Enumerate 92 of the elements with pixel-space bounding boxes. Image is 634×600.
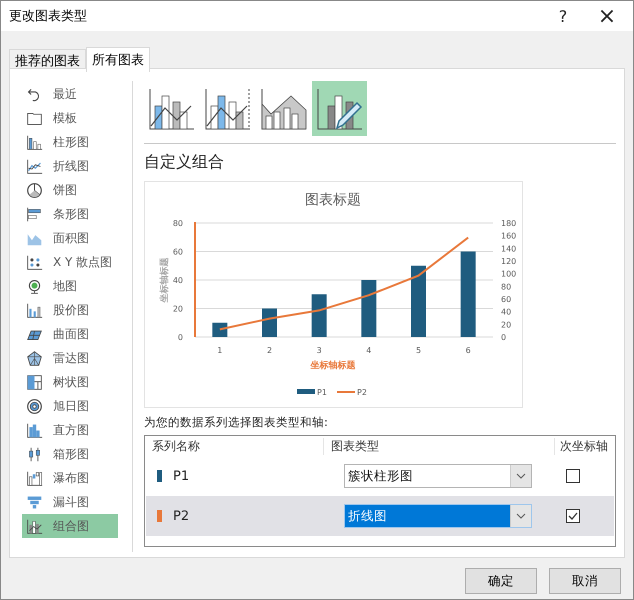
box-plot-icon <box>26 446 43 462</box>
legend-label: P1 <box>317 388 327 397</box>
axis-tick-label: 0 <box>501 333 506 342</box>
chevron-down-icon <box>516 513 526 519</box>
chart-type-item[interactable]: 面积图 <box>22 226 118 250</box>
line-chart-icon <box>26 158 43 174</box>
tab[interactable]: 所有图表 <box>86 47 150 72</box>
chart-type-item[interactable]: 旭日图 <box>22 394 118 418</box>
axis-tick-label: 3 <box>316 346 322 355</box>
chart-type-dropdown[interactable]: 簇状柱形图 <box>344 464 532 488</box>
chart-type-item[interactable]: 饼图 <box>22 178 118 202</box>
axis-tick-label: 80 <box>501 282 512 292</box>
chart-type-item[interactable]: 最近 <box>22 82 118 106</box>
axis-tick-label: 5 <box>416 346 422 355</box>
column-header: 系列名称 <box>145 438 324 454</box>
series-name: P2 <box>173 508 190 524</box>
section-title: 自定义组合 <box>144 152 225 173</box>
treemap-icon <box>26 374 43 390</box>
bar <box>312 294 327 337</box>
help-button[interactable]: ? <box>541 1 585 31</box>
histogram-icon <box>26 422 43 438</box>
axis-tick-label: 20 <box>172 304 183 314</box>
legend-swatch <box>297 389 315 394</box>
series-row[interactable]: P2 折线图 <box>146 496 614 536</box>
axis-tick-label: 4 <box>366 346 372 355</box>
funnel-icon <box>26 494 43 510</box>
chart-type-item[interactable]: 折线图 <box>22 154 118 178</box>
custom-combo-icon <box>316 88 362 130</box>
chart-type-item[interactable]: 股价图 <box>22 298 118 322</box>
bar <box>411 266 426 337</box>
axis-tick-label: 100 <box>501 270 516 279</box>
bar-chart-icon <box>26 206 43 222</box>
axis-tick-label: 6 <box>466 346 471 355</box>
chart-type-item[interactable]: 条形图 <box>22 202 118 226</box>
sunburst-icon <box>26 398 43 414</box>
chart-type-item[interactable]: 树状图 <box>22 370 118 394</box>
column-line-axis-icon <box>204 88 250 130</box>
stock-chart-icon <box>26 302 43 318</box>
chart-type-item[interactable]: 箱形图 <box>22 442 118 466</box>
axis-tick-label: 160 <box>501 232 516 241</box>
window-title: 更改图表类型 <box>9 8 88 25</box>
scatter-chart-icon <box>26 254 43 270</box>
axis-tick-label: 60 <box>501 295 512 304</box>
axis-tick-label: 180 <box>501 219 516 228</box>
chart-type-item[interactable]: 直方图 <box>22 418 118 442</box>
dialog-button[interactable]: 确定 <box>465 568 537 594</box>
column-header: 次坐标轴 <box>559 438 608 454</box>
close-button[interactable]: × <box>585 1 629 31</box>
axis-tick-label: 1 <box>217 346 222 355</box>
waterfall-icon <box>26 470 43 486</box>
column-line-icon <box>148 88 194 130</box>
axis-tick-label: 140 <box>501 244 516 254</box>
secondary-axis-checkbox[interactable] <box>566 509 580 523</box>
axis-tick-label: 0 <box>178 333 183 342</box>
chart-type-item[interactable]: 曲面图 <box>22 322 118 346</box>
chart-type-item[interactable]: 组合图 <box>22 514 118 538</box>
combo-chart-icon <box>26 518 43 534</box>
radar-chart-icon <box>26 350 43 366</box>
axis-tick-label: 20 <box>501 320 512 330</box>
secondary-axis-checkbox[interactable] <box>566 469 580 483</box>
dialog-button[interactable]: 取消 <box>549 568 621 594</box>
chart-type-dropdown[interactable]: 折线图 <box>344 504 532 528</box>
y-axis-title: 坐标轴标题 <box>160 258 170 302</box>
globe-icon <box>26 278 43 294</box>
chart-type-item[interactable]: 地图 <box>22 274 118 298</box>
series-name: P1 <box>173 468 190 484</box>
chart-type-item[interactable]: 柱形图 <box>22 130 118 154</box>
axis-tick-label: 40 <box>501 308 512 317</box>
axis-tick-label: 2 <box>266 346 272 355</box>
area-column-icon <box>260 88 306 130</box>
chart-type-item[interactable]: 模板 <box>22 106 118 130</box>
series-row[interactable]: P1 簇状柱形图 <box>146 456 614 496</box>
pie-chart-icon <box>26 182 43 198</box>
bar <box>361 280 376 337</box>
column-chart-icon <box>26 134 43 150</box>
bar <box>212 322 228 337</box>
chevron-down-icon <box>516 473 526 479</box>
axis-tick-label: 60 <box>172 248 183 256</box>
chart-title: 图表标题 <box>305 192 361 208</box>
series-prompt: 为您的数据系列选择图表类型和轴: <box>144 415 329 430</box>
chart-type-item[interactable]: X Y 散点图 <box>22 250 118 274</box>
chart-type-item[interactable]: 雷达图 <box>22 346 118 370</box>
legend-label: P2 <box>357 388 367 397</box>
chart-type-item[interactable]: 漏斗图 <box>22 490 118 514</box>
column-header: 图表类型 <box>324 438 555 454</box>
bar <box>262 308 277 337</box>
axis-tick-label: 80 <box>172 219 183 228</box>
chart-subtype-button[interactable] <box>312 81 367 136</box>
axis-tick-label: 40 <box>172 276 183 285</box>
chart-type-item[interactable]: 瀑布图 <box>22 466 118 490</box>
x-axis-title: 坐标轴标题 <box>310 361 356 371</box>
axis-tick-label: 120 <box>501 257 516 266</box>
